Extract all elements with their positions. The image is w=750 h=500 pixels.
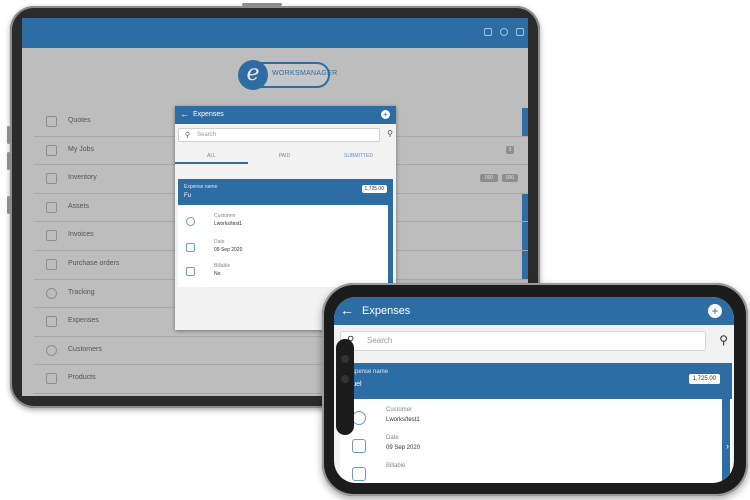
phone-notch	[336, 339, 354, 435]
phone-screen: ← Expenses + ⚲ Search ⚲ Expense name Fue…	[334, 297, 734, 483]
field-label: Date	[386, 435, 399, 441]
page-title: Expenses	[362, 305, 411, 317]
count-badge: 000	[480, 174, 498, 183]
field-value: Lworks/test1	[214, 221, 243, 227]
menu-item-label: Invoices	[68, 231, 94, 239]
settings-icon[interactable]	[500, 28, 508, 36]
expense-icon	[46, 316, 57, 328]
menu-item-label: Products	[68, 374, 96, 382]
menu-item-edge	[522, 222, 528, 250]
menu-item-label: Assets	[68, 202, 90, 210]
search-button[interactable]: ⚲	[387, 129, 393, 138]
calendar-icon	[352, 439, 366, 453]
search-placeholder: Search	[367, 336, 393, 345]
expense-amount-badge: 1,725.00	[361, 185, 387, 193]
menu-item-label: My Jobs	[68, 145, 95, 153]
search-placeholder: Search	[197, 132, 217, 138]
menu-item-label: Quotes	[68, 117, 91, 124]
tag-icon	[46, 373, 57, 385]
billable-icon	[352, 467, 366, 481]
cube-icon	[46, 201, 57, 213]
window-icon[interactable]	[484, 28, 492, 36]
menu-item-label: Expenses	[68, 317, 99, 325]
phone-device: ← Expenses + ⚲ Search ⚲ Expense name Fue…	[322, 283, 748, 496]
dialog-search-input[interactable]: ⚲ Search	[178, 128, 380, 142]
person-icon	[352, 411, 366, 425]
menu-item-edge	[522, 193, 528, 222]
field-value: 09 Sep 2020	[386, 445, 421, 451]
worksmanager-logo: e WORKSMANAGER	[238, 60, 337, 90]
field-label: Customer	[386, 407, 413, 413]
menu-item-label: Purchase orders	[68, 259, 120, 267]
dialog-title: Expenses	[193, 111, 224, 118]
logo-e-mark: e	[238, 60, 268, 90]
invoice-icon	[46, 230, 57, 242]
field-label: Billable	[386, 463, 406, 469]
field-value: Lworks/test1	[386, 417, 420, 423]
menu-item-edge	[522, 108, 528, 136]
logo-wordmark: WORKSMANAGER	[272, 70, 338, 77]
search-button[interactable]: ⚲	[719, 333, 728, 347]
menu-item-label: Inventory	[68, 174, 97, 182]
phone-app-bar: ← Expenses +	[334, 297, 734, 325]
back-arrow-icon[interactable]: ←	[340, 302, 354, 318]
expense-amount-badge: 1,725.00	[688, 374, 720, 384]
field-label: Billable	[214, 263, 231, 269]
field-label: Date	[214, 239, 225, 245]
tablet-app-bar	[22, 18, 528, 48]
card-edge	[388, 205, 393, 287]
tablet-side-button	[7, 126, 10, 144]
dialog-header: ← Expenses +	[175, 106, 396, 124]
expense-name-label: Expense name	[348, 369, 389, 375]
menu-item-label: Customers	[68, 345, 102, 353]
sensor-dot	[341, 375, 349, 383]
device-mockup-stage: e WORKSMANAGER Quotes My Jobs 0 Inventor…	[0, 0, 750, 500]
tablet-side-button	[7, 152, 10, 170]
quote-icon	[46, 116, 57, 127]
menu-item-label: Tracking	[68, 288, 95, 296]
expense-name-value: Fu	[184, 193, 192, 199]
search-input[interactable]: ⚲ Search	[340, 331, 706, 351]
camera-dot	[341, 355, 349, 363]
person-icon	[186, 217, 195, 226]
tab-paid[interactable]: PAID	[248, 150, 321, 164]
document-icon	[46, 258, 57, 270]
tab-all[interactable]: ALL	[175, 150, 248, 164]
add-expense-button[interactable]: +	[381, 110, 390, 119]
people-icon	[46, 344, 57, 356]
dialog-tabs: ALL PAID SUBMITTED	[175, 150, 396, 164]
expense-name-label: Expense name	[184, 184, 218, 190]
tablet-top-button	[242, 3, 282, 6]
calendar-icon	[186, 243, 195, 252]
briefcase-icon	[46, 144, 57, 156]
add-expense-button[interactable]: +	[708, 304, 722, 318]
tablet-side-button	[7, 196, 10, 214]
back-arrow-icon[interactable]: ←	[180, 109, 189, 119]
expense-card-body[interactable]: Customer Lworks/test1 Date 09 Sep 2020 B…	[340, 399, 732, 483]
logout-icon[interactable]	[516, 28, 524, 36]
cart-icon	[46, 173, 57, 185]
billable-icon	[186, 267, 195, 276]
menu-item-edge	[522, 250, 528, 279]
tab-submitted[interactable]: SUBMITTED	[321, 150, 396, 164]
expense-card-header[interactable]: Expense name Fuel 1,725.00	[340, 363, 732, 399]
clock-icon	[46, 287, 57, 299]
field-value: 09 Sep 2020	[214, 247, 243, 253]
field-value: No	[214, 271, 221, 277]
chevron-right-icon[interactable]: ›	[726, 441, 729, 451]
search-icon: ⚲	[185, 132, 191, 139]
expense-card-body[interactable]: Customer Lworks/test1 Date 09 Sep 2020 B…	[178, 205, 393, 287]
expense-card-header[interactable]: Expense name Fu 1,725.00	[178, 179, 393, 205]
count-badge: 0	[506, 145, 514, 154]
field-label: Customer	[214, 213, 236, 219]
count-badge: 000	[502, 174, 518, 183]
